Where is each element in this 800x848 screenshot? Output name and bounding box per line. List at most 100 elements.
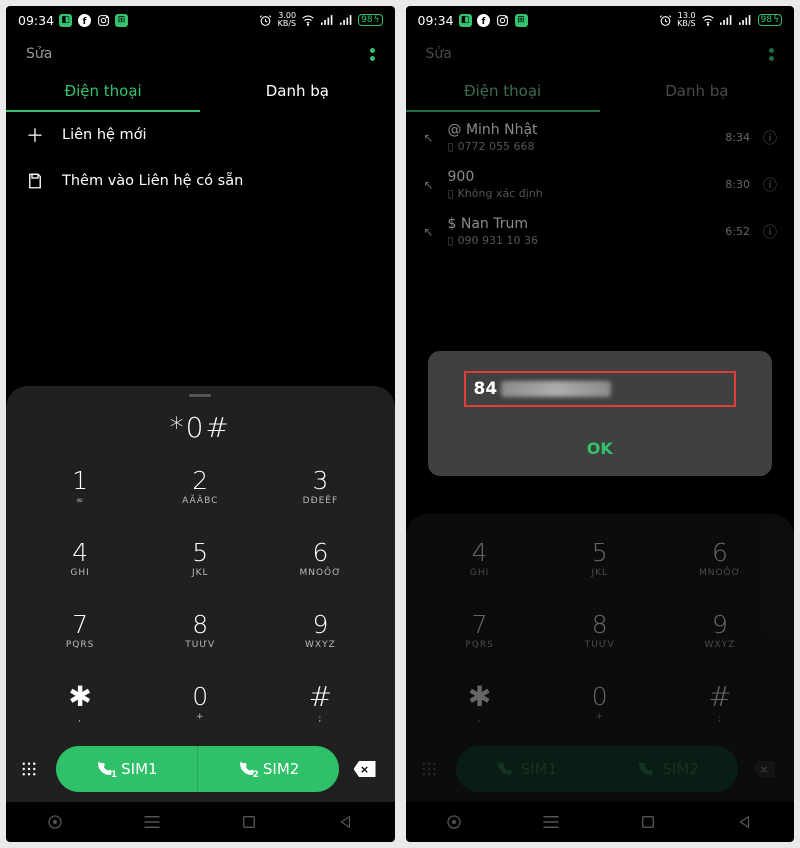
nav-home-button[interactable] — [637, 811, 659, 833]
tab-phone[interactable]: Điện thoại — [6, 72, 200, 112]
key-6[interactable]: 6MNOÔƠ — [260, 522, 380, 594]
contact-name: 900 — [448, 169, 711, 185]
key-digit: 0 — [592, 682, 608, 711]
key-✱[interactable]: ✱, — [20, 666, 140, 738]
key-1[interactable]: 1∞ — [20, 450, 140, 522]
keypad: 1∞2AĂÂBC3DĐEÊF4GHI5JKL6MNOÔƠ7PQRS8TUƯV9W… — [6, 450, 395, 738]
key-0[interactable]: 0+ — [140, 666, 260, 738]
key-4[interactable]: 4GHI — [20, 522, 140, 594]
edit-button[interactable]: Sửa — [26, 46, 52, 62]
status-time: 09:34 — [418, 13, 454, 28]
key-digit: # — [708, 680, 731, 713]
status-time: 09:34 — [18, 13, 54, 28]
nav-back-button[interactable] — [734, 811, 756, 833]
phone-icon — [636, 760, 654, 778]
signal-icon — [739, 13, 753, 27]
key-digit: # — [309, 680, 332, 713]
call-info: @ Minh Nhật▯0772 055 668 — [448, 122, 711, 153]
backspace-icon: × — [753, 761, 775, 777]
key-3[interactable]: 3DĐEÊF — [260, 450, 380, 522]
header-row: Sửa — [406, 30, 795, 66]
key-letters: ∞ — [76, 496, 85, 506]
phone-screenshot-left: 09:34 ◧ f ⊞ 3.00 KB/S — [6, 6, 395, 842]
nav-recent-button[interactable] — [443, 811, 465, 833]
key-8[interactable]: 8TUƯV — [140, 594, 260, 666]
tabs: Điện thoại Danh bạ — [6, 66, 395, 112]
key-digit: 5 — [592, 538, 608, 567]
key-digit: 9 — [312, 610, 328, 639]
backspace-button[interactable]: × — [349, 761, 381, 777]
key-digit: ✱ — [468, 680, 491, 713]
nav-recent-button[interactable] — [44, 811, 66, 833]
app-icon: ◧ — [459, 14, 472, 27]
backspace-button: × — [748, 761, 780, 777]
drag-handle[interactable] — [189, 394, 211, 397]
instagram-icon — [96, 13, 110, 27]
key-digit: 6 — [712, 538, 728, 567]
key-2[interactable]: 2AĂÂBC — [140, 450, 260, 522]
status-bar: 09:34 ◧ f ⊞ 3.00 KB/S — [6, 6, 395, 30]
nav-menu-button[interactable] — [540, 811, 562, 833]
result-dialog: 84 OK — [428, 351, 773, 476]
key-8: 8TUƯV — [540, 594, 660, 666]
contact-name: $ Nan Trum — [448, 216, 711, 232]
key-9[interactable]: 9WXYZ — [260, 594, 380, 666]
key-5: 5JKL — [540, 522, 660, 594]
call-sim2-button[interactable]: 2 SIM2 — [197, 746, 339, 792]
key-#: #; — [660, 666, 780, 738]
facebook-icon: f — [477, 13, 491, 27]
signal-icon — [320, 13, 334, 27]
call-sim1-button[interactable]: 1 SIM1 — [56, 746, 197, 792]
tabs: Điện thoại Danh bạ — [406, 66, 795, 112]
call-log-item: ↖@ Minh Nhật▯0772 055 6688:34ⓘ — [414, 114, 787, 161]
signal-icon — [720, 13, 734, 27]
option-new-contact[interactable]: ＋ Liên hệ mới — [6, 112, 395, 158]
key-letters: AĂÂBC — [182, 496, 218, 506]
call-info: 900▯Không xác định — [448, 169, 711, 200]
save-icon — [24, 170, 46, 192]
key-letters: , — [478, 714, 482, 724]
sim-label: SIM1 — [121, 760, 157, 778]
call-info: $ Nan Trum▯090 931 10 36 — [448, 216, 711, 247]
option-add-to-existing[interactable]: Thêm vào Liên hệ có sẵn — [6, 158, 395, 204]
dialog-ok-button[interactable]: OK — [446, 425, 755, 476]
key-letters: + — [595, 712, 604, 722]
app-icon: ◧ — [59, 14, 72, 27]
dialpad-icon[interactable] — [20, 760, 46, 778]
key-letters: MNOÔƠ — [299, 568, 341, 578]
entered-number: *0# — [6, 403, 395, 450]
keypad: 4GHI5JKL6MNOÔƠ7PQRS8TUƯV9WXYZ✱,0+#; — [406, 522, 795, 738]
nav-home-button[interactable] — [238, 811, 260, 833]
key-digit: 1 — [72, 466, 88, 495]
key-letters: ; — [318, 714, 322, 724]
key-digit: 8 — [192, 610, 208, 639]
key-letters: PQRS — [66, 640, 94, 650]
key-7[interactable]: 7PQRS — [20, 594, 140, 666]
header-row: Sửa — [6, 30, 395, 66]
call-sim2-button: SIM2 — [596, 746, 738, 792]
nav-back-button[interactable] — [335, 811, 357, 833]
key-digit: 8 — [592, 610, 608, 639]
key-letters: GHI — [470, 568, 489, 578]
data-rate: 13.0 KB/S — [677, 12, 696, 28]
data-rate: 3.00 KB/S — [278, 12, 297, 28]
app-icon: ⊞ — [515, 14, 528, 27]
key-✱: ✱, — [420, 666, 540, 738]
alarm-icon — [259, 13, 273, 27]
status-bar: 09:34 ◧ f ⊞ 13.0 KB/S 98ϟ — [406, 6, 795, 30]
svg-text:f: f — [82, 16, 86, 26]
call-log-item: ↖$ Nan Trum▯090 931 10 366:52ⓘ — [414, 208, 787, 255]
key-letters: WXYZ — [305, 640, 336, 650]
key-letters: PQRS — [465, 640, 493, 650]
tab-contacts[interactable]: Danh bạ — [200, 72, 394, 112]
more-icon — [769, 48, 774, 61]
svg-text:f: f — [482, 16, 486, 26]
more-icon[interactable] — [370, 48, 375, 61]
key-0: 0+ — [540, 666, 660, 738]
key-5[interactable]: 5JKL — [140, 522, 260, 594]
key-letters: JKL — [192, 568, 209, 578]
key-#[interactable]: #; — [260, 666, 380, 738]
wifi-icon — [301, 13, 315, 27]
nav-menu-button[interactable] — [141, 811, 163, 833]
call-sim1-button: SIM1 — [456, 746, 597, 792]
